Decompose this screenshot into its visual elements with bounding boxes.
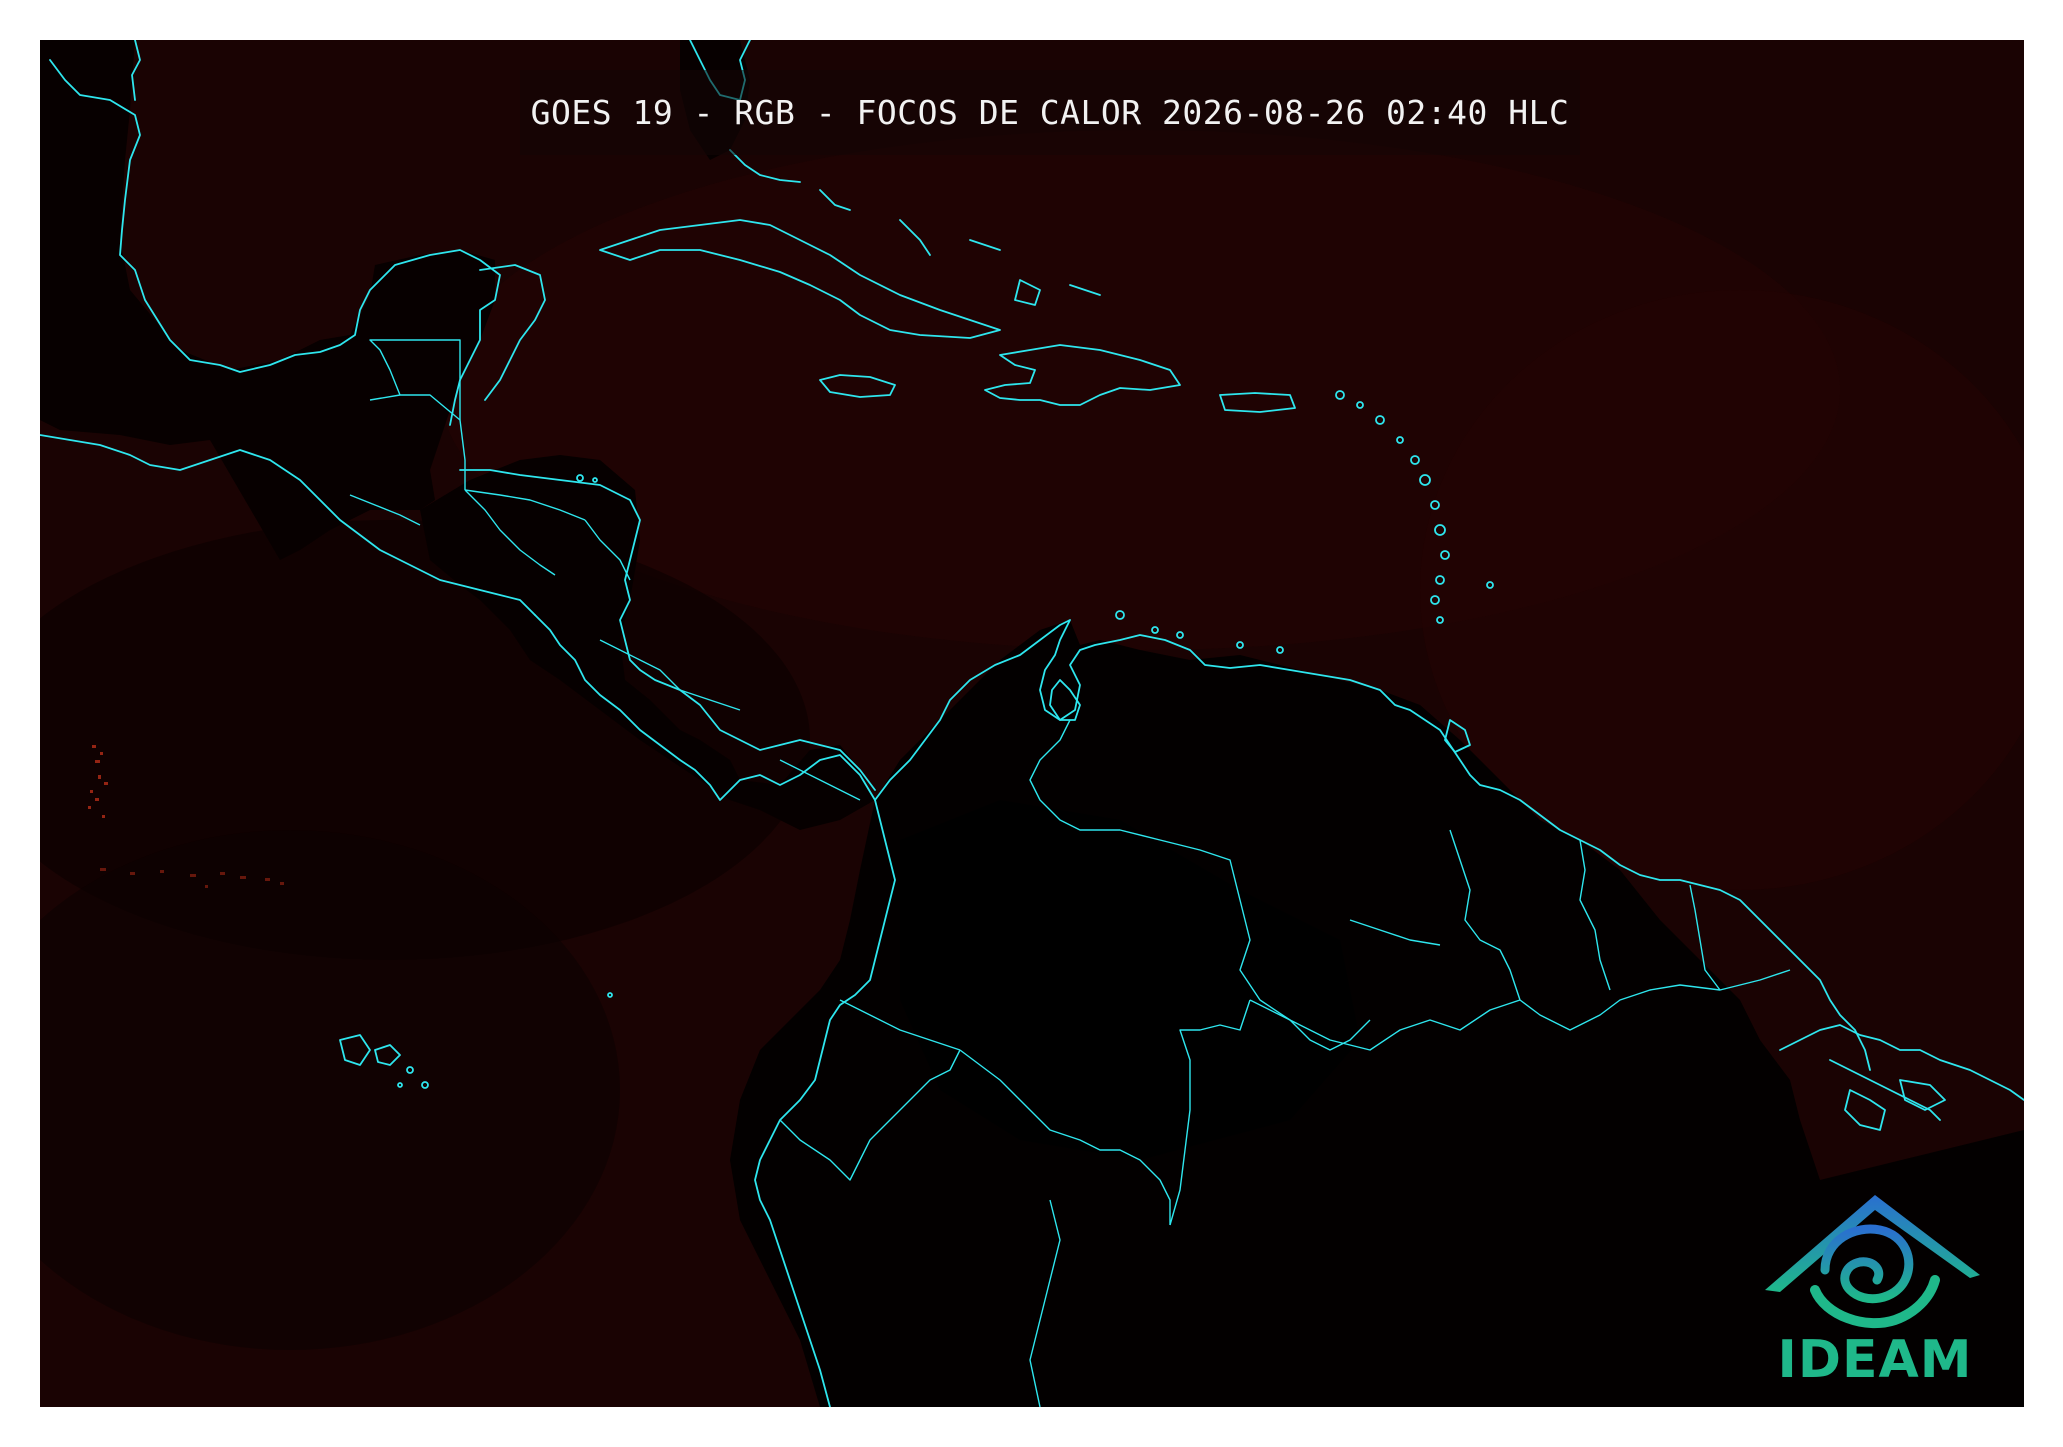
ideam-logo-text: IDEAM bbox=[1777, 1330, 1973, 1390]
map-title-box: GOES 19 - RGB - FOCOS DE CALOR 2026-08-2… bbox=[520, 70, 1580, 155]
map-title: GOES 19 - RGB - FOCOS DE CALOR 2026-08-2… bbox=[530, 93, 1570, 132]
ideam-mountain-swirl-icon bbox=[1765, 1195, 1980, 1329]
ideam-logo: IDEAM bbox=[1755, 1180, 1995, 1395]
map-frame: GOES 19 - RGB - FOCOS DE CALOR 2026-08-2… bbox=[40, 40, 2024, 1407]
satellite-map bbox=[40, 40, 2024, 1407]
